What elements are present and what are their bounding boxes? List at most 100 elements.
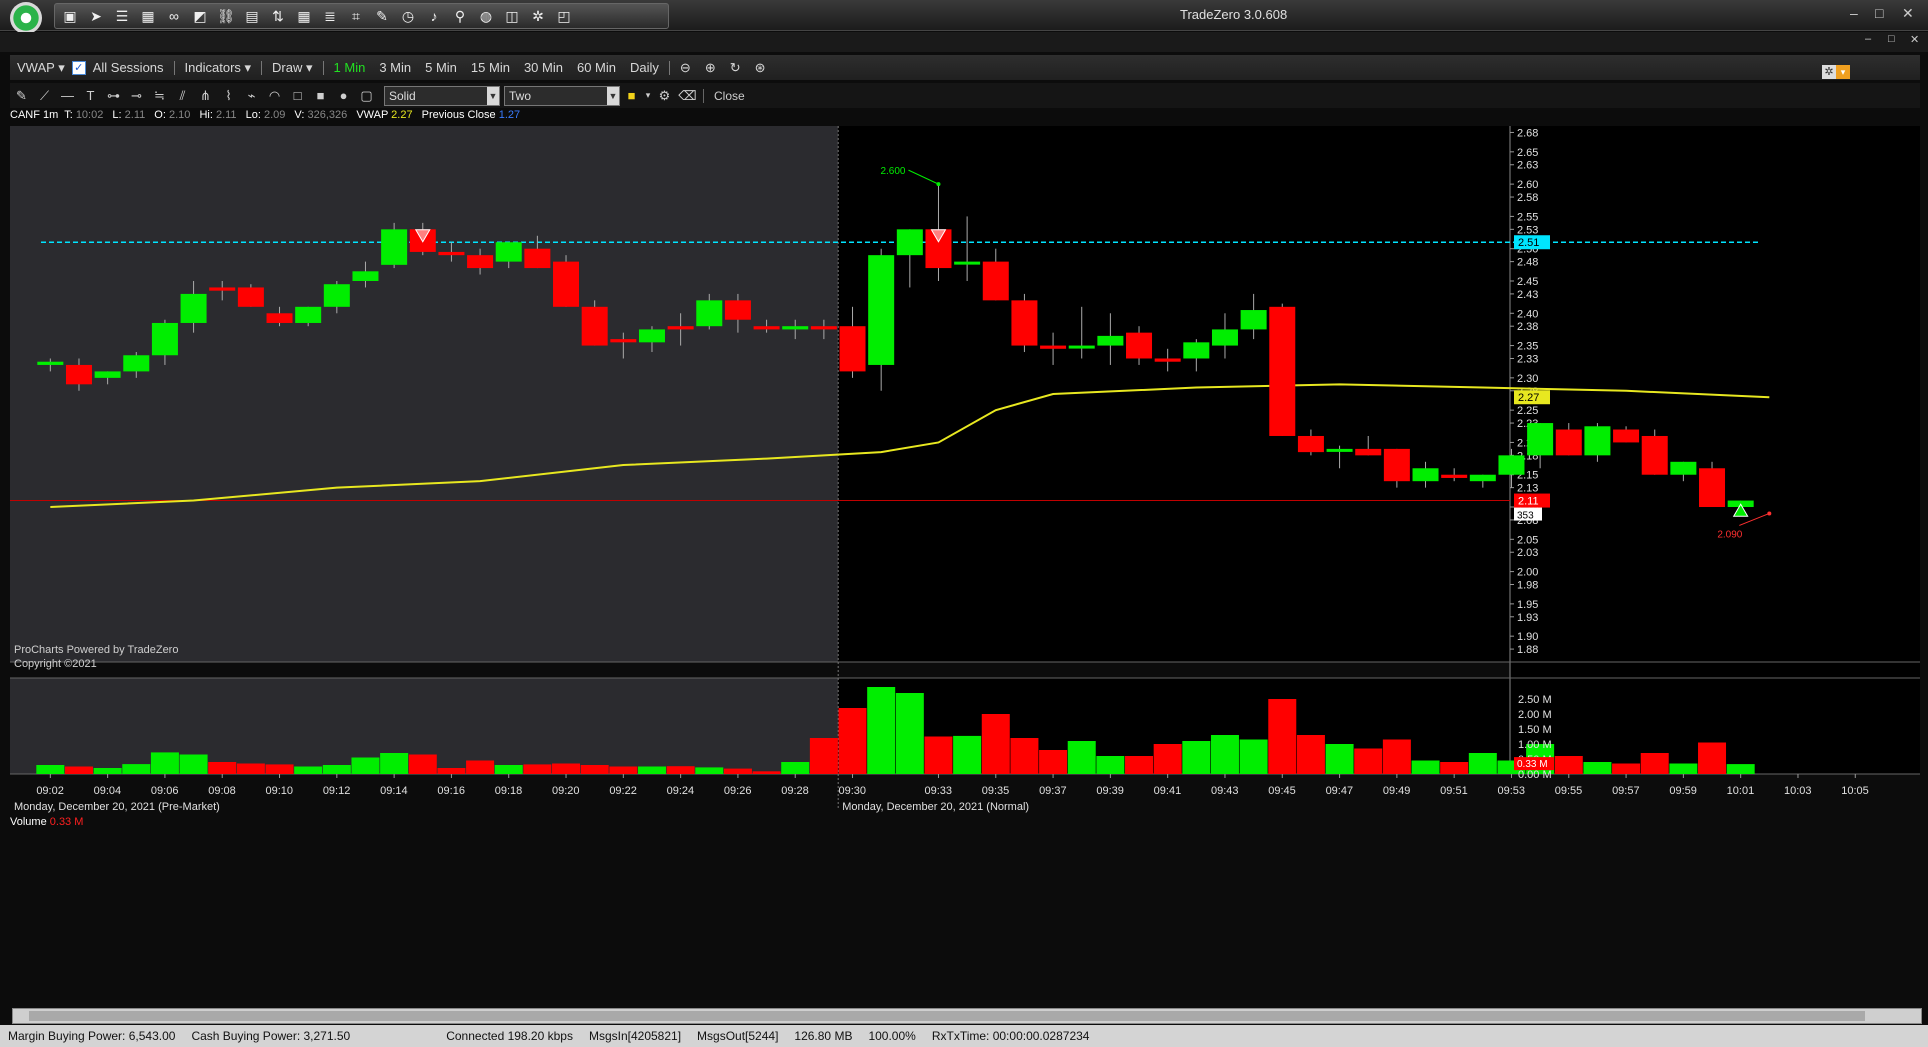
- channel-icon[interactable]: ⫽: [171, 88, 194, 104]
- horizontal-scrollbar[interactable]: [12, 1008, 1922, 1024]
- all-sessions-button[interactable]: All Sessions: [86, 60, 171, 75]
- volume-bar: [809, 738, 838, 774]
- chart-minimize-button[interactable]: –: [1865, 33, 1871, 45]
- send-icon[interactable]: ➤: [85, 8, 107, 25]
- volume-bar: [552, 763, 581, 774]
- restore-button[interactable]: □: [1875, 5, 1883, 21]
- document-icon[interactable]: ▤: [241, 8, 263, 25]
- volume-bar: [1239, 739, 1268, 774]
- zoom-out-icon[interactable]: ⊖: [673, 60, 698, 76]
- filter-list-icon[interactable]: ≣: [319, 8, 341, 25]
- candle-body: [151, 322, 178, 356]
- close-button[interactable]: ✕: [1902, 5, 1914, 22]
- candle-body: [37, 361, 64, 365]
- gear-icon[interactable]: ✲: [527, 8, 549, 25]
- tradezero-logo-icon[interactable]: [10, 2, 42, 34]
- link-icon[interactable]: ⛓: [215, 8, 237, 25]
- candlestick-chart[interactable]: 2.682.652.632.602.582.552.532.502.482.45…: [10, 126, 1920, 816]
- refresh-icon[interactable]: ↻: [723, 60, 748, 76]
- segment-icon[interactable]: ⊶: [102, 88, 125, 104]
- minimize-button[interactable]: –: [1850, 5, 1858, 21]
- timeframe-3min[interactable]: 3 Min: [372, 60, 418, 75]
- globe-icon[interactable]: ◍: [475, 8, 497, 25]
- vwap-label: VWAP: [17, 59, 55, 75]
- color-swatch-icon[interactable]: ■: [620, 88, 643, 103]
- separator: [173, 60, 175, 75]
- zoom-reset-icon[interactable]: ⊛: [748, 60, 773, 76]
- x-tick-label: 09:53: [1497, 785, 1525, 797]
- timeframe-15min[interactable]: 15 Min: [464, 60, 517, 75]
- x-tick-label: 09:43: [1211, 785, 1239, 797]
- text-icon[interactable]: T: [79, 88, 102, 103]
- layout-icon[interactable]: ◰: [553, 8, 575, 25]
- session-label-normal: Monday, December 20, 2021 (Normal): [842, 801, 1029, 813]
- timeframe-60min[interactable]: 60 Min: [570, 60, 623, 75]
- rectangle-icon[interactable]: □: [286, 88, 309, 103]
- ellipse-icon[interactable]: ●: [332, 88, 355, 103]
- window-icon[interactable]: ◫: [501, 8, 523, 25]
- y-tick-label: 2.68: [1517, 127, 1538, 139]
- draw-dropdown[interactable]: Draw ▾: [265, 60, 319, 76]
- chevron-down-icon: ▼: [607, 86, 619, 105]
- scrollbar-thumb[interactable]: [29, 1011, 1865, 1021]
- chart-menu-icon[interactable]: ▾: [1836, 65, 1850, 79]
- line-style-select[interactable]: Solid ▼: [384, 85, 500, 106]
- close-drawing-button[interactable]: Close: [708, 89, 751, 103]
- search-icon[interactable]: ⚲: [449, 8, 471, 25]
- list-icon[interactable]: ☰: [111, 8, 133, 25]
- grid-icon[interactable]: ▦: [293, 8, 315, 25]
- wave-icon[interactable]: ⌇: [217, 88, 240, 104]
- status-bar: Margin Buying Power: 6,543.00 Cash Buyin…: [0, 1025, 1928, 1047]
- arc-icon[interactable]: ◠: [263, 88, 286, 104]
- wrench-icon[interactable]: ✎: [371, 8, 393, 25]
- rounded-rect-icon[interactable]: ▢: [355, 88, 378, 104]
- volume-bar: [637, 766, 666, 774]
- zoom-in-icon[interactable]: ⊕: [698, 60, 723, 76]
- candle-body: [1126, 332, 1153, 359]
- sort-icon[interactable]: ⇅: [267, 8, 289, 25]
- clock-icon[interactable]: ◷: [397, 8, 419, 25]
- session-label-pre: Monday, December 20, 2021 (Pre-Market): [14, 801, 220, 813]
- table-icon[interactable]: ▦: [137, 8, 159, 25]
- timeframe-5min[interactable]: 5 Min: [418, 60, 464, 75]
- timeframe-daily[interactable]: Daily: [623, 60, 666, 75]
- timeframe-1min[interactable]: 1 Min: [327, 60, 373, 75]
- chart-close-button[interactable]: ✕: [1910, 33, 1919, 46]
- indicators-dropdown[interactable]: Indicators ▾: [178, 60, 259, 76]
- chart-icon[interactable]: ◩: [189, 8, 211, 25]
- zigzag-icon[interactable]: ⌁: [240, 88, 263, 104]
- hline-icon[interactable]: —: [56, 88, 79, 103]
- properties-icon[interactable]: ⚙: [653, 88, 676, 104]
- candle-body: [1670, 461, 1697, 475]
- briefcase-icon[interactable]: ▣: [59, 8, 81, 25]
- x-tick-label: 09:57: [1612, 785, 1640, 797]
- pencil-icon[interactable]: ✎: [10, 88, 33, 104]
- chart-area[interactable]: 2.68 2.65 2.63 2.60 2.58 2.55 2.53 2.50 2.48 2.45…: [10, 126, 1928, 816]
- timeframe-30min[interactable]: 30 Min: [517, 60, 570, 75]
- gear-icon[interactable]: ✲: [1822, 65, 1836, 79]
- candle-body: [553, 261, 580, 307]
- volume-bar: [867, 687, 896, 774]
- filled-rectangle-icon[interactable]: ■: [309, 88, 332, 103]
- last-value: 2.11: [124, 109, 146, 121]
- chevron-down-icon[interactable]: ▾: [643, 90, 653, 101]
- chart-restore-button[interactable]: □: [1888, 33, 1895, 45]
- scan-icon[interactable]: ⌗: [345, 8, 367, 25]
- infinity-icon[interactable]: ∞: [163, 8, 185, 24]
- x-tick-label: 09:22: [609, 785, 637, 797]
- vwap-dropdown[interactable]: VWAP ▾: [10, 60, 72, 76]
- eraser-icon[interactable]: ⌫: [676, 88, 699, 104]
- vwap-checkbox[interactable]: ✓: [71, 60, 86, 75]
- y-tick-label: 2.65: [1517, 147, 1538, 159]
- trendline-icon[interactable]: ⟋: [33, 88, 56, 104]
- memory-usage: 126.80 MB: [794, 1029, 853, 1043]
- pitchfork-icon[interactable]: ⋔: [194, 88, 217, 104]
- ray-icon[interactable]: ⊸: [125, 88, 148, 104]
- bell-icon[interactable]: ♪: [423, 8, 445, 24]
- y-tick-label: 2.63: [1517, 160, 1538, 172]
- fib-icon[interactable]: ≒: [148, 88, 171, 104]
- line-width-select[interactable]: Two ▼: [504, 85, 620, 106]
- volume-header: Volume 0.33 M: [10, 816, 1920, 830]
- volume-bar: [609, 766, 638, 774]
- volume-bar: [1354, 748, 1383, 774]
